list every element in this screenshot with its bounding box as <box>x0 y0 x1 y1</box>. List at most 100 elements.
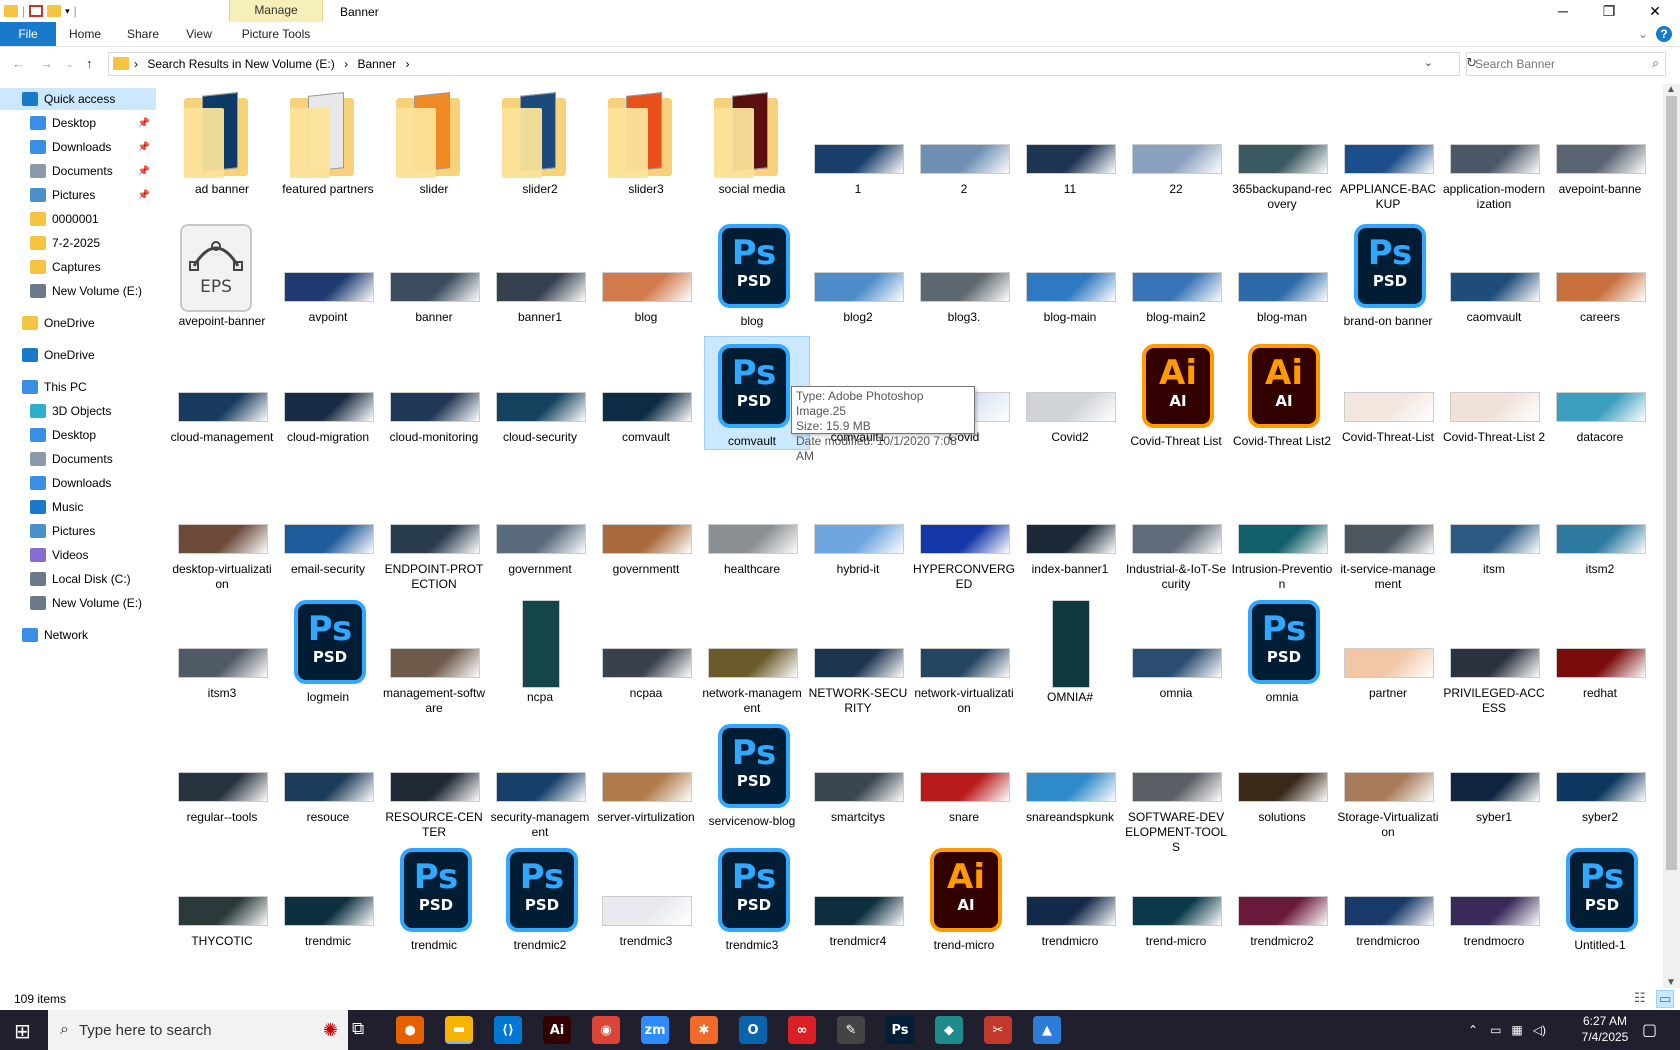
file-item[interactable]: it-service-management <box>1336 468 1440 591</box>
file-item[interactable]: regular--tools <box>170 716 274 834</box>
file-item[interactable]: server-virtulization <box>594 716 698 834</box>
search-icon[interactable]: ⌕ <box>1652 56 1659 71</box>
file-item[interactable]: RESOURCE-CENTER <box>382 716 486 839</box>
file-item[interactable]: blog-man <box>1230 216 1334 334</box>
file-item[interactable]: Industrial-&-IoT-Security <box>1124 468 1228 591</box>
sidebar-item-new-volume-e[interactable]: New Volume (E:) <box>0 280 156 302</box>
file-item[interactable]: 1 <box>806 88 910 206</box>
sidebar-item-quick-access[interactable]: Quick access <box>0 88 156 110</box>
recent-locations-icon[interactable]: ⌄ <box>66 59 74 70</box>
chevron-right-icon[interactable]: › <box>405 57 409 71</box>
file-item[interactable]: blog <box>594 216 698 334</box>
file-item[interactable]: 22 <box>1124 88 1228 206</box>
sidebar-item-0000001[interactable]: 0000001 <box>0 208 156 230</box>
sidebar-item-downloads[interactable]: Downloads 📌 <box>0 136 156 158</box>
pin-icon[interactable]: 📌 <box>138 190 150 201</box>
file-item[interactable]: government <box>488 468 592 586</box>
file-item[interactable]: blog3. <box>912 216 1016 334</box>
sidebar-item-desktop[interactable]: Desktop 📌 <box>0 112 156 134</box>
file-item[interactable]: cloud-monitoring <box>382 336 486 454</box>
file-item[interactable]: blog2 <box>806 216 910 334</box>
volume-icon[interactable]: ◁) <box>1533 1023 1546 1037</box>
notification-icon[interactable]: ▢ <box>1642 1020 1657 1040</box>
back-arrow-icon[interactable]: ← <box>12 56 25 71</box>
file-item[interactable]: ad banner <box>170 88 274 206</box>
sidebar-item-desktop[interactable]: Desktop <box>0 424 156 446</box>
file-item[interactable]: snareandspkunk <box>1018 716 1122 834</box>
file-item[interactable]: APPLIANCE-BACKUP <box>1336 88 1440 211</box>
sidebar-item-local-disk-c[interactable]: Local Disk (C:) <box>0 568 156 590</box>
folder-icon[interactable] <box>4 5 18 17</box>
chevron-right-icon[interactable]: › <box>344 57 348 71</box>
breadcrumb-search-results[interactable]: Search Results in New Volume (E:) <box>147 57 334 71</box>
file-item[interactable]: syber1 <box>1442 716 1546 834</box>
details-view-icon[interactable]: ☷ <box>1634 990 1646 1006</box>
monitor-icon[interactable]: ▭ <box>1490 1023 1501 1037</box>
sidebar-item-documents[interactable]: Documents 📌 <box>0 160 156 182</box>
large-icons-view-icon[interactable]: ▭ <box>1656 990 1675 1008</box>
file-item[interactable]: trendmicr4 <box>806 840 910 958</box>
file-item[interactable]: avpoint <box>276 216 380 334</box>
tab-picture-tools[interactable]: Picture Tools <box>232 22 320 46</box>
file-item[interactable]: Ps PSD trendmic3 <box>700 840 804 958</box>
properties-icon[interactable] <box>29 5 44 17</box>
file-item[interactable]: email-security <box>276 468 380 586</box>
breadcrumb-banner[interactable]: Banner <box>357 57 396 71</box>
sidebar-item-7-2-2025[interactable]: 7-2-2025 <box>0 232 156 254</box>
manage-label[interactable]: Manage <box>229 3 323 17</box>
file-item[interactable]: Ps PSD blog <box>700 216 804 334</box>
file-item[interactable]: social media <box>700 88 804 206</box>
sidebar-item-pictures[interactable]: Pictures <box>0 520 156 542</box>
file-item[interactable]: EPS avepoint-banner <box>170 216 274 334</box>
close-button[interactable]: ✕ <box>1632 0 1678 22</box>
file-explorer-icon[interactable]: ▬ <box>445 1016 473 1044</box>
file-item[interactable]: banner <box>382 216 486 334</box>
file-item[interactable]: trendmicro <box>1018 840 1122 958</box>
file-item[interactable]: Ps PSD logmein <box>276 592 380 710</box>
file-item[interactable]: network-management <box>700 592 804 715</box>
sidebar-item-new-volume-e[interactable]: New Volume (E:) <box>0 592 156 614</box>
tab-home[interactable]: Home <box>62 22 108 46</box>
file-item[interactable]: THYCOTIC <box>170 840 274 958</box>
file-item[interactable]: cloud-security <box>488 336 592 454</box>
customize-toolbar-icon[interactable]: ▾ <box>65 6 70 17</box>
chevron-up-icon[interactable]: ⌃ <box>1468 1023 1478 1037</box>
file-item[interactable]: featured partners <box>276 88 380 206</box>
file-item[interactable]: slider2 <box>488 88 592 206</box>
file-item[interactable]: ncpa <box>488 592 592 710</box>
file-item[interactable]: Covid2 <box>1018 336 1122 454</box>
file-item[interactable]: ncpaa <box>594 592 698 710</box>
outlook-icon[interactable]: O <box>739 1016 767 1044</box>
file-item[interactable]: comvault <box>594 336 698 454</box>
file-item[interactable]: Covid-Threat-List <box>1336 336 1440 454</box>
pen-icon[interactable]: ✎ <box>837 1016 865 1044</box>
minimize-button[interactable]: ─ <box>1540 0 1586 22</box>
file-item[interactable]: blog-main <box>1018 216 1122 334</box>
photoshop-icon[interactable]: Ps <box>886 1016 914 1044</box>
file-item[interactable]: banner1 <box>488 216 592 334</box>
file-item[interactable]: cloud-migration <box>276 336 380 454</box>
address-box[interactable]: › Search Results in New Volume (E:) › Ba… <box>108 52 1477 76</box>
file-item[interactable]: index-banner1 <box>1018 468 1122 586</box>
file-item[interactable]: itsm <box>1442 468 1546 586</box>
scroll-up-icon[interactable]: ▲ <box>1666 84 1676 95</box>
up-arrow-icon[interactable]: ↑ <box>86 56 93 71</box>
taskbar-search-input[interactable]: Type here to search <box>79 1022 212 1039</box>
file-item[interactable]: OMNIA# <box>1018 592 1122 710</box>
tab-share[interactable]: Share <box>118 22 168 46</box>
sidebar-item-3d-objects[interactable]: 3D Objects <box>0 400 156 422</box>
file-item[interactable]: Ps PSD servicenow-blog <box>700 716 804 834</box>
scroll-down-icon[interactable]: ▼ <box>1666 977 1676 988</box>
photos-icon[interactable]: ▲ <box>1033 1016 1061 1044</box>
pin-icon[interactable]: 📌 <box>138 166 150 177</box>
file-item[interactable]: Storage-Virtualization <box>1336 716 1440 839</box>
chevron-down-icon[interactable]: ⌄ <box>1424 56 1433 69</box>
file-item[interactable]: Ps PSD omnia <box>1230 592 1334 710</box>
creative-cloud-icon[interactable]: ∞ <box>788 1016 816 1044</box>
file-item[interactable]: itsm3 <box>170 592 274 710</box>
windows-start-icon[interactable]: ⊞ <box>14 1019 31 1044</box>
file-item[interactable]: NETWORK-SECURITY <box>806 592 910 715</box>
sidebar-item-onedrive[interactable]: OneDrive <box>0 312 156 334</box>
file-item[interactable]: Ps PSD trendmic <box>382 840 486 958</box>
file-item[interactable]: Ai AI trend-micro <box>912 840 1016 958</box>
